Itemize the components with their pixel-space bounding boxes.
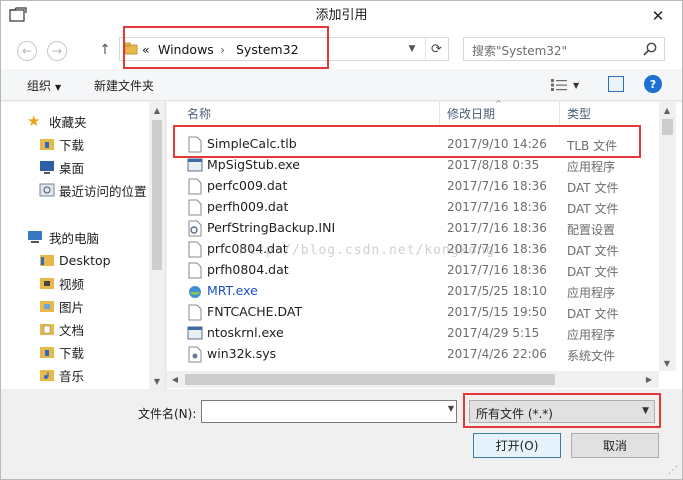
music-folder-icon <box>40 370 54 381</box>
exe-icon <box>187 326 203 340</box>
videos-folder-icon <box>40 278 54 289</box>
navigation-pane: ★ 收藏夹 下载 桌面 最近访问的位置 我的电脑 Desktop 视频 图片 文… <box>1 102 166 389</box>
preview-pane-icon[interactable] <box>608 76 624 92</box>
filename-input[interactable]: ▼ <box>201 400 457 423</box>
desktop-icon <box>40 161 54 174</box>
watermark: http://blog.csdn.net/kongkong <box>239 243 495 258</box>
column-divider[interactable] <box>439 102 440 126</box>
file-row[interactable]: FNTCACHE.DAT 2017/5/15 19:50 DAT 文件 <box>167 302 659 323</box>
scroll-down-icon[interactable]: ▼ <box>149 373 165 389</box>
scroll-up-icon[interactable]: ▲ <box>149 102 165 118</box>
recent-places-icon <box>39 183 55 197</box>
search-box[interactable]: 搜索"System32" <box>463 37 665 61</box>
column-header-modified[interactable]: 修改日期 <box>447 102 495 126</box>
help-icon[interactable]: ? <box>644 75 662 93</box>
back-button[interactable]: ← <box>17 41 37 61</box>
document-icon <box>188 199 202 216</box>
computer-icon <box>28 231 42 243</box>
chevron-down-icon: ▼ <box>55 83 62 92</box>
highlight-box-address <box>123 26 329 69</box>
scrollbar-thumb[interactable] <box>152 120 162 270</box>
file-row[interactable]: perfh009.dat 2017/7/16 18:36 DAT 文件 <box>167 197 659 218</box>
details-view-icon <box>551 79 567 91</box>
folder-icon <box>40 255 54 266</box>
scroll-down-icon[interactable]: ▼ <box>659 355 675 371</box>
navigation-scrollbar[interactable]: ▲ ▼ <box>149 102 165 389</box>
scroll-left-icon[interactable]: ◀ <box>167 371 183 387</box>
column-header-name[interactable]: 名称 <box>187 102 211 126</box>
open-button[interactable]: 打开(O) <box>473 433 561 458</box>
scroll-up-icon[interactable]: ▲ <box>659 102 675 118</box>
sidebar-item-recent[interactable]: 最近访问的位置 <box>1 179 151 201</box>
document-icon <box>188 178 202 195</box>
resize-grip-icon[interactable]: ⋰ <box>668 465 678 476</box>
file-row[interactable]: MpSigStub.exe 2017/8/18 0:35 应用程序 <box>167 155 659 176</box>
search-placeholder: 搜索"System32" <box>472 44 568 58</box>
title-bar: 添加引用 ✕ <box>1 1 682 31</box>
scroll-right-icon[interactable]: ▶ <box>641 371 657 387</box>
sidebar-item-downloads-pc[interactable]: 下载 <box>1 341 151 363</box>
chevron-down-icon[interactable]: ▼ <box>448 404 454 413</box>
organize-menu[interactable]: 组织 ▼ <box>27 77 61 94</box>
file-list-scrollbar[interactable]: ▲ ▼ <box>659 102 676 371</box>
file-row[interactable]: prfh0804.dat 2017/7/16 18:36 DAT 文件 <box>167 260 659 281</box>
file-row[interactable]: ntoskrnl.exe 2017/4/29 5:15 应用程序 <box>167 323 659 344</box>
sidebar-item-this-pc[interactable]: 我的电脑 <box>1 226 151 248</box>
filename-label: 文件名(N): <box>138 407 197 421</box>
sidebar-item-documents[interactable]: 文档 <box>1 318 151 340</box>
file-row[interactable]: perfc009.dat 2017/7/16 18:36 DAT 文件 <box>167 176 659 197</box>
column-divider[interactable] <box>559 102 560 126</box>
mrt-icon <box>189 286 201 298</box>
scrollbar-thumb[interactable] <box>662 119 673 135</box>
horizontal-scrollbar[interactable]: ◀ ▶ <box>167 371 659 388</box>
dialog-title: 添加引用 <box>315 8 368 23</box>
sidebar-item-pictures[interactable]: 图片 <box>1 295 151 317</box>
sort-indicator-icon: ^ <box>495 99 502 108</box>
downloads-folder-icon <box>40 139 54 150</box>
sidebar-item-downloads[interactable]: 下载 <box>1 133 151 155</box>
document-icon <box>188 304 202 321</box>
pictures-folder-icon <box>40 301 54 312</box>
sidebar-item-desktop[interactable]: 桌面 <box>1 156 151 178</box>
scrollbar-thumb[interactable] <box>185 374 555 385</box>
address-dropdown-icon[interactable]: ▼ <box>402 38 422 60</box>
column-header-type[interactable]: 类型 <box>567 102 591 126</box>
exe-icon <box>187 158 203 172</box>
refresh-icon[interactable]: ⟳ <box>425 38 447 60</box>
downloads-folder-icon <box>40 347 54 358</box>
close-button[interactable]: ✕ <box>638 1 678 31</box>
file-row[interactable]: PerfStringBackup.INI 2017/7/16 18:36 配置设… <box>167 218 659 239</box>
forward-button[interactable]: → <box>47 41 67 61</box>
add-reference-dialog: 添加引用 ✕ ← → ↑ « Windows › System32 ▼ ⟳ 搜索… <box>0 0 683 480</box>
sidebar-item-desktop-folder[interactable]: Desktop <box>1 249 151 271</box>
up-button[interactable]: ↑ <box>97 40 113 60</box>
change-view-button[interactable]: ▼ <box>551 77 593 93</box>
chevron-down-icon: ▼ <box>573 80 580 90</box>
command-bar: 组织 ▼ 新建文件夹 ▼ ? <box>1 69 682 101</box>
highlight-box-file <box>173 125 641 158</box>
cancel-button[interactable]: 取消 <box>571 433 659 458</box>
file-row[interactable]: MRT.exe 2017/5/25 18:10 应用程序 <box>167 281 659 302</box>
highlight-box-filter <box>463 393 661 428</box>
document-icon <box>188 262 202 279</box>
document-icon <box>188 241 202 258</box>
star-icon: ★ <box>27 112 41 130</box>
sidebar-item-favorites[interactable]: ★ 收藏夹 <box>1 110 151 132</box>
documents-folder-icon <box>40 324 54 335</box>
search-icon[interactable] <box>642 41 658 57</box>
new-folder-button[interactable]: 新建文件夹 <box>94 77 154 94</box>
navigation-bar: ← → ↑ « Windows › System32 ▼ ⟳ 搜索"System… <box>1 31 682 69</box>
file-row[interactable]: win32k.sys 2017/4/26 22:06 系统文件 <box>167 344 659 365</box>
sidebar-item-music[interactable]: 音乐 <box>1 364 151 386</box>
system-file-icon <box>188 346 202 363</box>
sidebar-item-videos[interactable]: 视频 <box>1 272 151 294</box>
settings-file-icon <box>188 220 202 237</box>
